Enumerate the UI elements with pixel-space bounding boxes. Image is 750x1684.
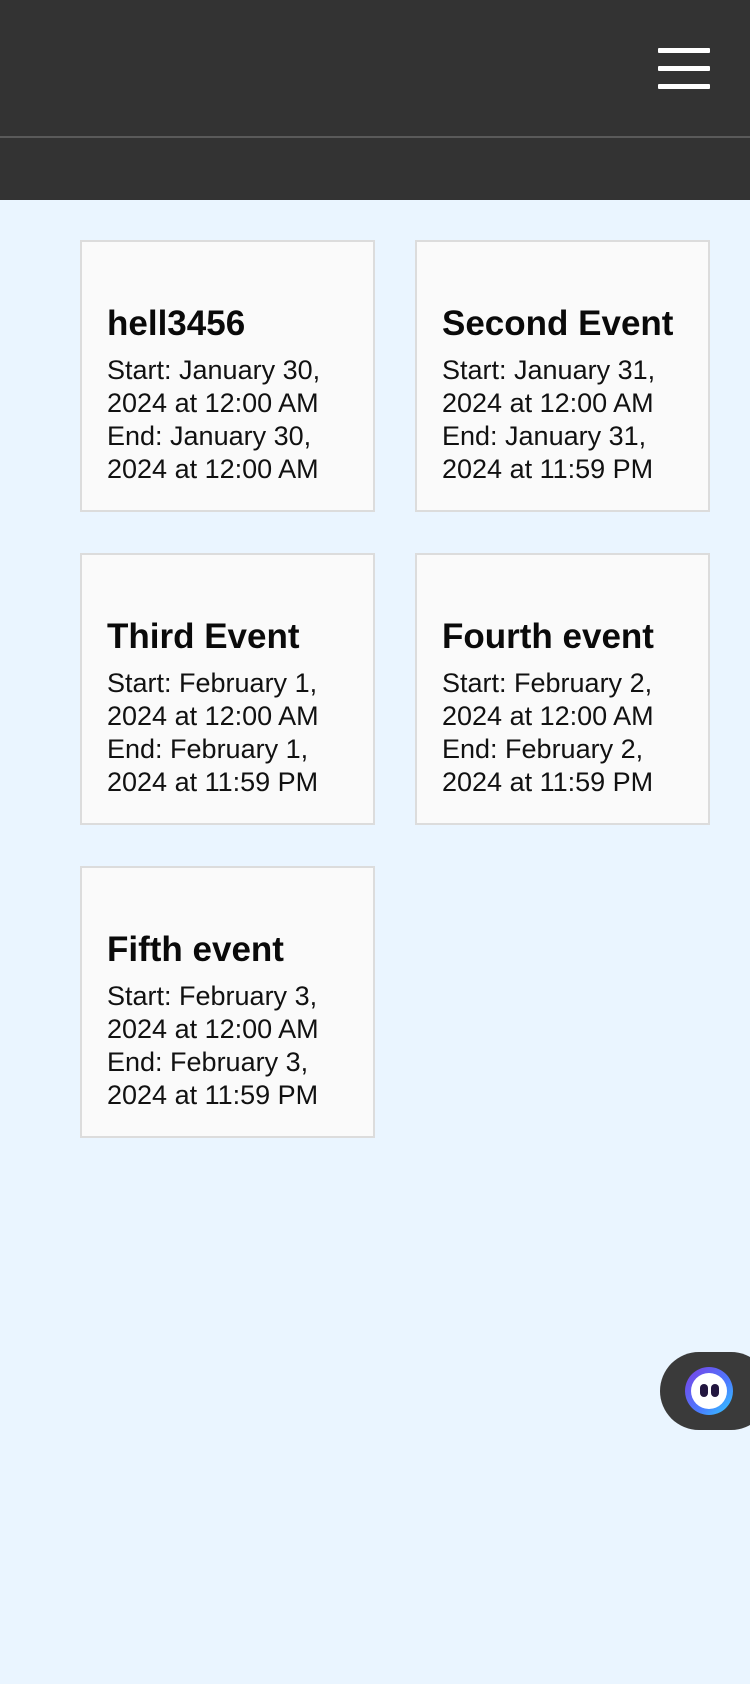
menu-bar-line — [658, 84, 710, 89]
event-card[interactable]: Fourth event Start: February 2, 2024 at … — [415, 553, 710, 825]
menu-bar-line — [658, 48, 710, 53]
hamburger-menu-icon[interactable] — [658, 48, 710, 90]
event-start: Start: February 1, 2024 at 12:00 AM — [107, 668, 319, 731]
event-start: Start: February 2, 2024 at 12:00 AM — [442, 668, 654, 731]
event-end: End: February 1, 2024 at 11:59 PM — [107, 734, 319, 797]
top-navigation-bar — [0, 0, 750, 138]
event-title: Third Event — [107, 617, 300, 656]
event-title: hell3456 — [107, 304, 246, 343]
event-card[interactable]: hell3456 Start: January 30, 2024 at 12:0… — [80, 240, 375, 512]
secondary-header-bar — [0, 138, 750, 200]
chat-assistant-eye — [711, 1384, 719, 1397]
event-card[interactable]: Third Event Start: February 1, 2024 at 1… — [80, 553, 375, 825]
event-end: End: January 30, 2024 at 12:00 AM — [107, 421, 319, 484]
chat-assistant-icon — [685, 1367, 733, 1415]
event-end: End: January 31, 2024 at 11:59 PM — [442, 421, 654, 484]
event-card[interactable]: Fifth event Start: February 3, 2024 at 1… — [80, 866, 375, 1138]
event-card[interactable]: Second Event Start: January 31, 2024 at … — [415, 240, 710, 512]
chat-widget-button[interactable] — [660, 1352, 750, 1430]
chat-assistant-eye — [700, 1384, 708, 1397]
event-title: Second Event — [442, 304, 674, 343]
event-card-grid: hell3456 Start: January 30, 2024 at 12:0… — [80, 240, 710, 1138]
event-title: Fourth event — [442, 617, 654, 656]
event-start: Start: January 30, 2024 at 12:00 AM — [107, 355, 321, 418]
event-title: Fifth event — [107, 930, 284, 969]
event-end: End: February 2, 2024 at 11:59 PM — [442, 734, 654, 797]
event-end: End: February 3, 2024 at 11:59 PM — [107, 1047, 319, 1110]
chat-assistant-icon-face — [691, 1373, 727, 1409]
event-start: Start: January 31, 2024 at 12:00 AM — [442, 355, 656, 418]
event-start: Start: February 3, 2024 at 12:00 AM — [107, 981, 319, 1044]
menu-bar-line — [658, 66, 710, 71]
